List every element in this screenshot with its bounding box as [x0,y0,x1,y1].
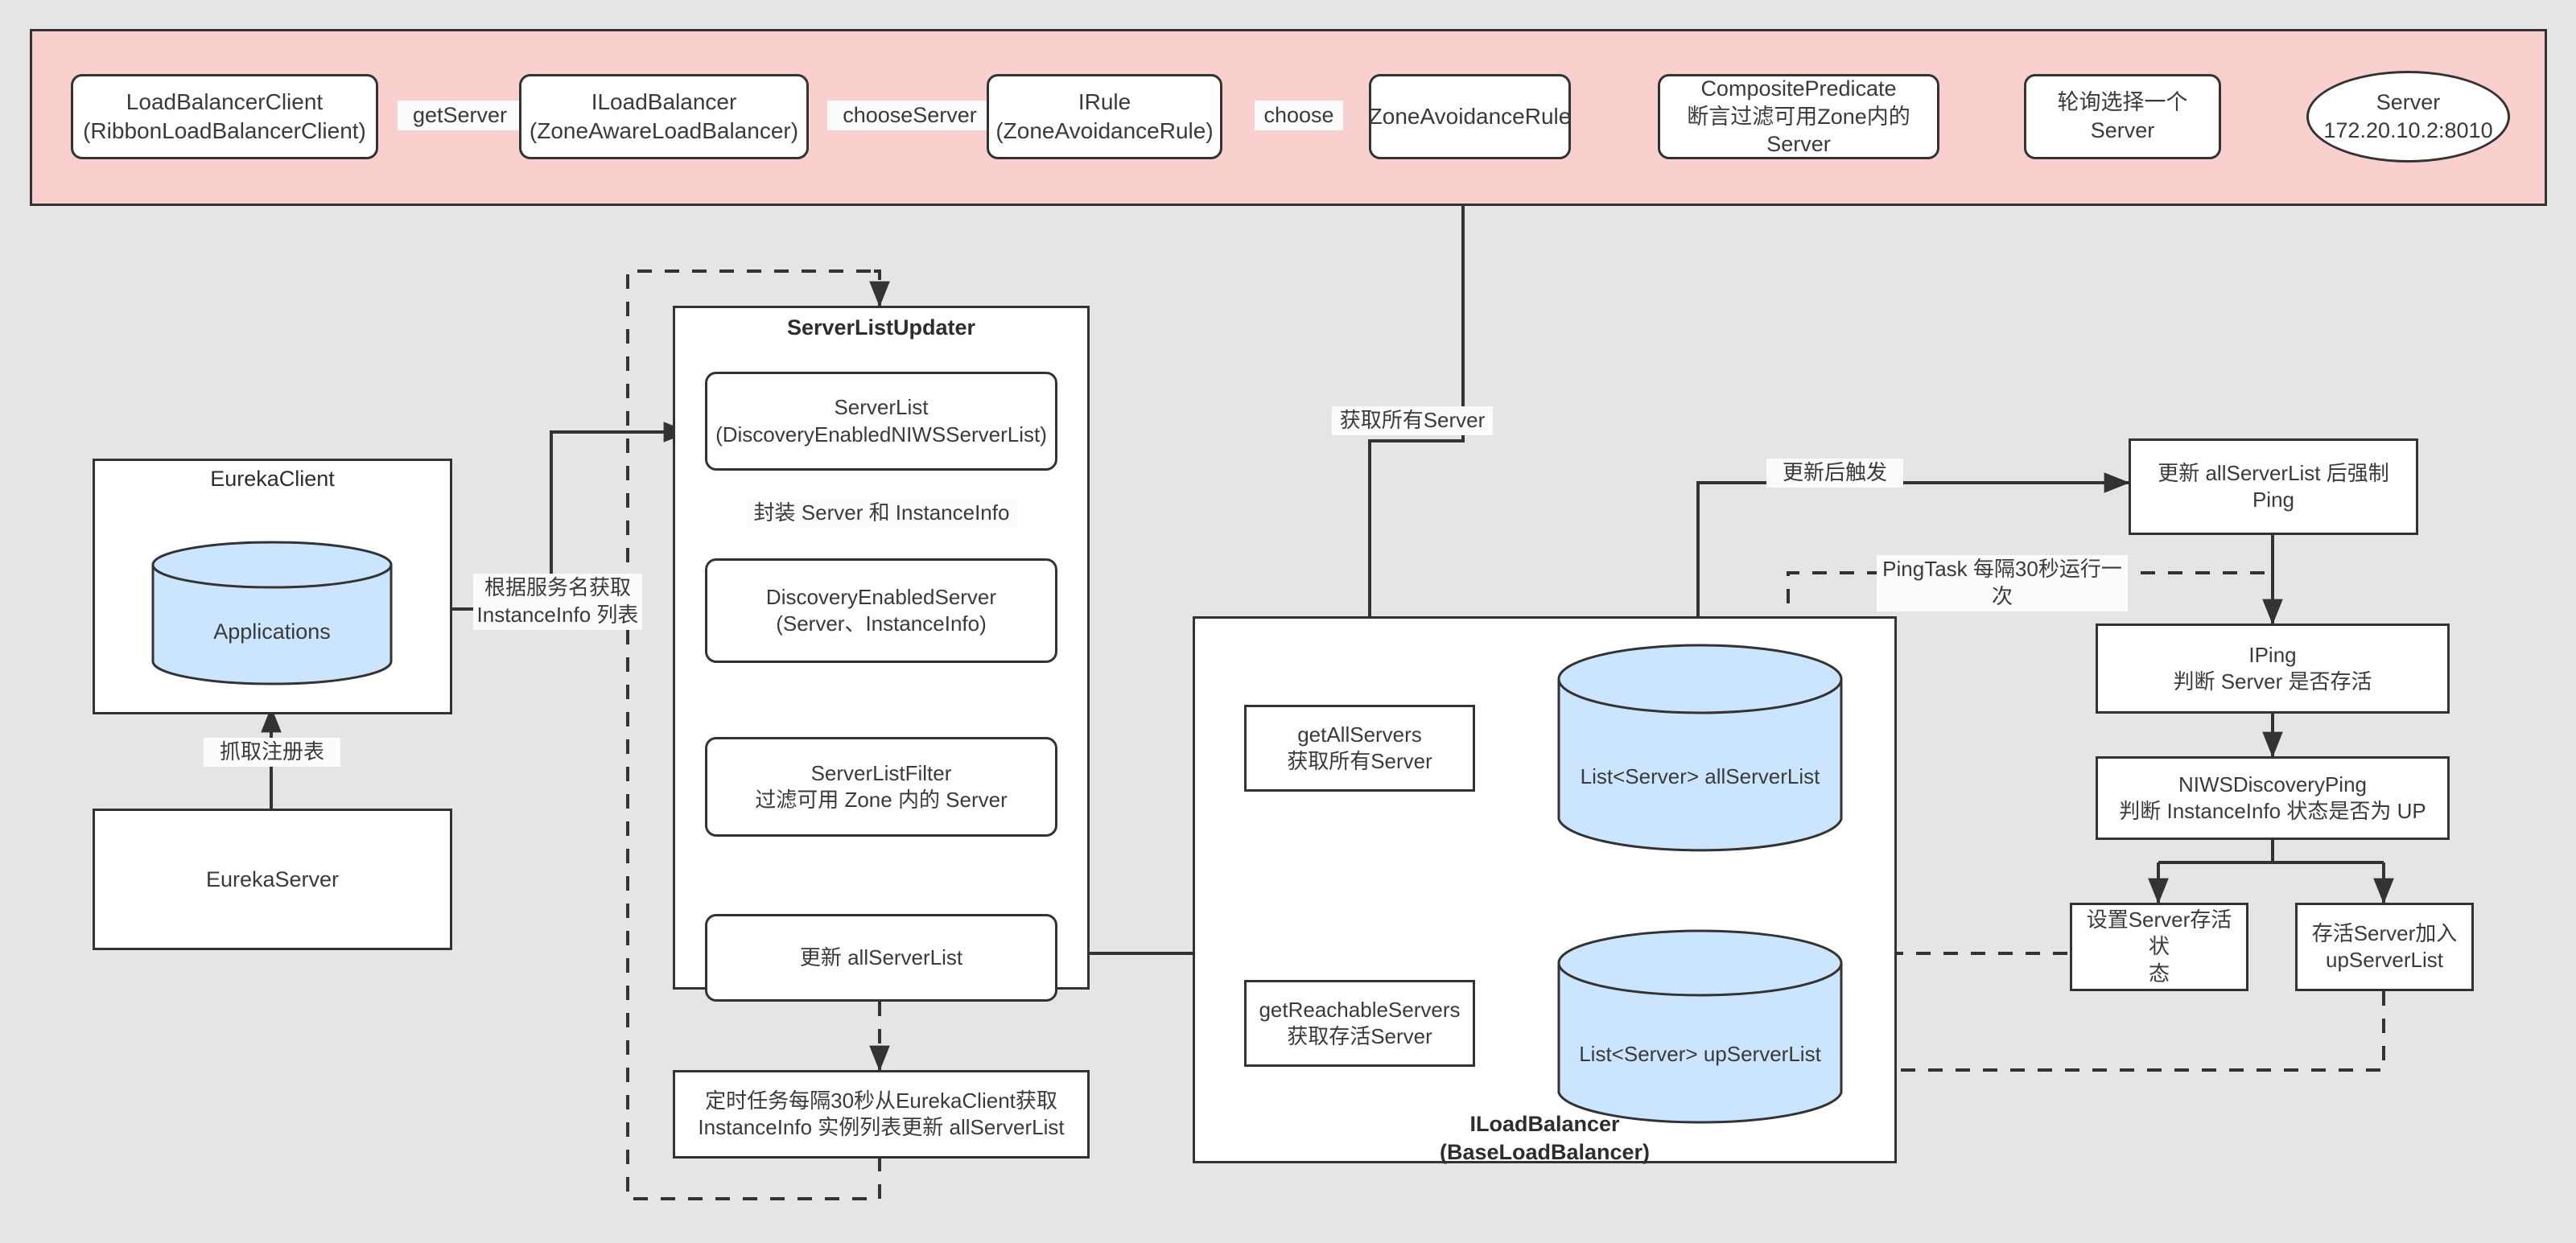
edge-label-wrap-server-instanceinfo: 封装 Server 和 InstanceInfo [747,499,1016,528]
edge-label-fetch-all-servers: 获取所有Server [1332,406,1493,435]
node-force-ping[interactable]: 更新 allServerList 后强制 Ping [2129,438,2418,535]
node-get-all-servers[interactable]: getAllServers 获取所有Server [1244,705,1475,792]
node-server-list[interactable]: ServerList (DiscoveryEnabledNIWSServerLi… [705,372,1057,471]
node-label: 轮询选择一个Server [2057,90,2188,142]
node-label: IPing 判断 Server 是否存活 [2173,642,2372,694]
node-niws-discovery-ping[interactable]: NIWSDiscoveryPing 判断 InstanceInfo 状态是否为 … [2096,756,2450,840]
node-add-to-up-server-list[interactable]: 存活Server加入 upServerList [2295,903,2474,991]
node-load-balancer-client[interactable]: LoadBalancerClient (RibbonLoadBalancerCl… [71,74,378,159]
node-label: ZoneAvoidanceRule [1368,104,1572,130]
applications-cylinder-label: Applications [213,619,331,644]
node-server-list-filter[interactable]: ServerListFilter 过滤可用 Zone 内的 Server [705,737,1057,837]
node-scheduled-task[interactable]: 定时任务每隔30秒从EurekaClient获取 InstanceInfo 实例… [673,1070,1090,1159]
iload-balancer-group-title: ILoadBalancer (BaseLoadBalancer) [1439,1112,1651,1165]
node-label: 存活Server加入 upServerList [2311,920,2458,972]
node-label: NIWSDiscoveryPing 判断 InstanceInfo 状态是否为 … [2119,772,2426,823]
node-label: ServerList (DiscoveryEnabledNIWSServerLi… [715,395,1047,447]
edge-label-get-server: getServer [398,101,522,131]
all-server-list-label: List<Server> allServerList [1580,764,1820,788]
edge-label-get-instanceinfo: 根据服务名获取 InstanceInfo 列表 [473,574,642,630]
server-list-updater-title: ServerListUpdater [786,315,976,340]
node-get-reachable-servers[interactable]: getReachableServers 获取存活Server [1244,980,1475,1067]
node-set-alive-status[interactable]: 设置Server存活状 态 [2070,903,2248,991]
diagram-canvas: LoadBalancerClient (RibbonLoadBalancerCl… [0,0,2576,1243]
node-update-all-server-list[interactable]: 更新 allServerList [705,914,1057,1002]
edge-label-fetch-registry: 抓取注册表 [204,738,340,767]
node-label: IRule (ZoneAvoidanceRule) [995,89,1214,143]
node-iload-balancer[interactable]: ILoadBalancer (ZoneAwareLoadBalancer) [519,74,809,159]
up-server-list-cylinder: List<Server> upServerList [1557,929,1843,1126]
edge-label-choose-server: chooseServer [827,101,992,131]
node-label: 定时任务每隔30秒从EurekaClient获取 InstanceInfo 实例… [698,1088,1065,1139]
edge-label-trigger-after-update: 更新后触发 [1766,459,1903,488]
node-label: ILoadBalancer (ZoneAwareLoadBalancer) [529,89,799,143]
node-label: Server 172.20.10.2:8010 [2323,90,2493,142]
eureka-client-title: EurekaClient [210,467,335,491]
up-server-list-label: List<Server> upServerList [1579,1042,1821,1066]
node-eureka-server[interactable]: EurekaServer [93,809,452,950]
node-label: 设置Server存活状 态 [2086,908,2232,986]
edge-label-choose: choose [1255,101,1343,131]
node-round-robin-select[interactable]: 轮询选择一个Server [2024,74,2221,159]
node-server-endpoint[interactable]: Server 172.20.10.2:8010 [2306,71,2510,163]
edge-label-ping-task: PingTask 每隔30秒运行一次 [1877,555,2128,611]
node-label: getAllServers 获取所有Server [1287,722,1432,773]
node-label: EurekaServer [205,866,340,891]
node-irule[interactable]: IRule (ZoneAvoidanceRule) [987,74,1222,159]
node-label: getReachableServers 获取存活Server [1259,997,1461,1048]
node-label: 更新 allServerList 后强制 Ping [2158,460,2389,512]
node-composite-predicate[interactable]: CompositePredicate 断言过滤可用Zone内的Server [1658,74,1939,159]
node-label: ServerListFilter 过滤可用 Zone 内的 Server [755,760,1008,812]
node-label: DiscoveryEnabledServer (Server、InstanceI… [765,584,997,636]
node-label: CompositePredicate 断言过滤可用Zone内的Server [1687,76,1910,157]
node-iping[interactable]: IPing 判断 Server 是否存活 [2096,624,2450,714]
node-label: 更新 allServerList [799,945,963,969]
node-discovery-enabled-server[interactable]: DiscoveryEnabledServer (Server、InstanceI… [705,558,1057,663]
node-zone-avoidance-rule[interactable]: ZoneAvoidanceRule [1369,74,1571,159]
node-label: LoadBalancerClient (RibbonLoadBalancerCl… [83,89,366,143]
all-server-list-cylinder: List<Server> allServerList [1557,644,1843,854]
applications-cylinder: Applications [151,541,393,685]
